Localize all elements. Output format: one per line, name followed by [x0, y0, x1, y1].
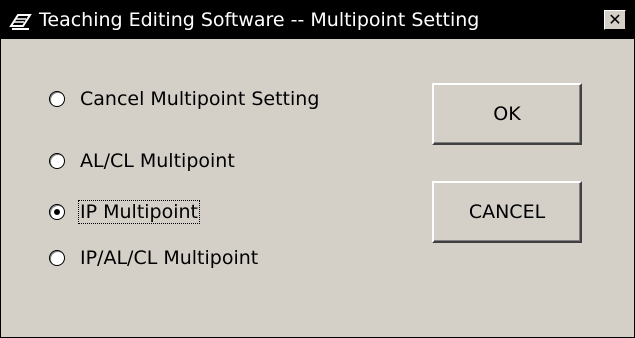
- radio-button-icon[interactable]: [49, 91, 65, 107]
- radio-ip-multipoint[interactable]: IP Multipoint: [49, 199, 200, 225]
- radio-button-icon[interactable]: [49, 153, 65, 169]
- radio-button-icon[interactable]: [49, 250, 65, 266]
- radio-label: IP/AL/CL Multipoint: [80, 247, 259, 269]
- close-button[interactable]: ✕: [604, 10, 626, 30]
- window-title: Teaching Editing Software -- Multipoint …: [39, 9, 480, 31]
- radio-ip-al-cl-multipoint[interactable]: IP/AL/CL Multipoint: [49, 245, 259, 271]
- close-icon: ✕: [608, 10, 622, 29]
- cancel-button[interactable]: CANCEL: [432, 181, 582, 243]
- radio-label: IP Multipoint: [78, 200, 200, 224]
- radio-label: AL/CL Multipoint: [80, 150, 235, 172]
- title-bar[interactable]: Teaching Editing Software -- Multipoint …: [1, 1, 634, 39]
- radio-selected-dot: [54, 209, 60, 215]
- radio-label: Cancel Multipoint Setting: [80, 88, 320, 110]
- radio-cancel-multipoint-setting[interactable]: Cancel Multipoint Setting: [49, 86, 320, 112]
- app-icon: [9, 14, 32, 30]
- ok-button[interactable]: OK: [432, 83, 582, 145]
- dialog-window: Teaching Editing Software -- Multipoint …: [0, 0, 635, 338]
- radio-al-cl-multipoint[interactable]: AL/CL Multipoint: [49, 148, 236, 174]
- radio-button-selected-icon[interactable]: [49, 204, 65, 220]
- dialog-body: Cancel Multipoint Setting AL/CL Multipoi…: [1, 39, 634, 337]
